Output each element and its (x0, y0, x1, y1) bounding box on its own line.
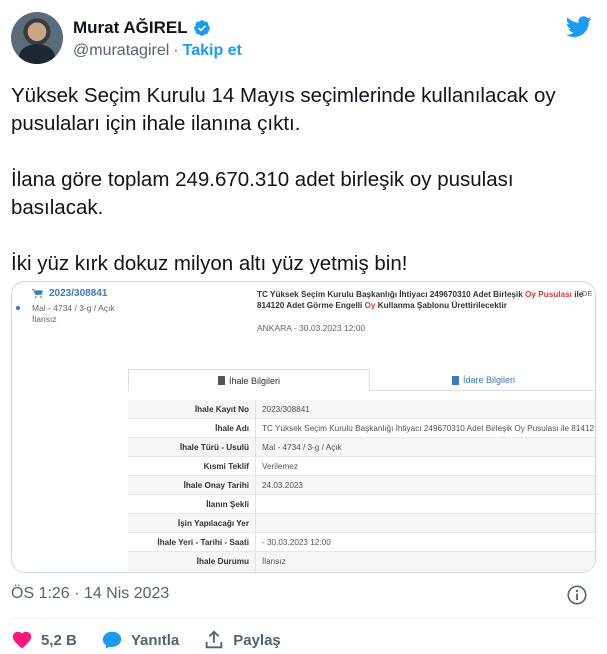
table-row: İlanın Şekli (128, 495, 595, 514)
table-row: İhale Onay Tarihi 24.03.2023 (128, 476, 595, 495)
verified-badge-icon (193, 20, 210, 36)
tender-title: TC Yüksek Seçim Kurulu Başkanlığı İhtiya… (257, 290, 584, 310)
info-icon[interactable] (566, 584, 588, 606)
tender-registration: 2023/308841 (32, 288, 158, 299)
follow-button[interactable]: Takip et (183, 42, 242, 60)
document-icon (217, 376, 225, 385)
author-name[interactable]: Murat AĞIREL (73, 18, 188, 38)
corner-text: DE (582, 289, 593, 298)
tab-ihale-bilgileri[interactable]: İhale Bilgileri (128, 369, 370, 391)
reply-label: Yanıtla (130, 631, 180, 649)
building-icon (451, 375, 459, 385)
tweet-header: Murat AĞIREL @muratagirel · Takip et (11, 12, 596, 68)
author-name-row: Murat AĞIREL (73, 18, 211, 38)
tender-location-date: ANKARA - 30.03.2023 12:00 (257, 323, 366, 333)
tender-details-table: İhale Kayıt No 2023/308841 İhale Adı TC Yü… (128, 400, 595, 571)
tender-status-line: İlansız (32, 314, 57, 324)
reply-button[interactable]: Yanıtla (101, 629, 179, 651)
tweet-media-image[interactable]: 2023/308841 Mal - 4734 / 3-g / Açık İlan… (11, 281, 596, 573)
like-count: 5,2 B (41, 631, 77, 649)
tweet-paragraph-1: Yüksek Seçim Kurulu 14 Mayıs seçimlerind… (11, 84, 556, 135)
tweet-timestamp[interactable]: ÖS 1:26 · 14 Nis 2023 (11, 585, 169, 603)
tender-tabs: İhale Bilgileri İdare Bilgileri (128, 369, 595, 391)
share-label: Paylaş (233, 631, 281, 649)
table-row: İhale Türü - Usulü Mal - 4734 / 3-g / Açı… (128, 438, 595, 457)
cart-icon (32, 289, 43, 298)
table-row: İhale Adı TC Yüksek Seçim Kurulu Başkanlı… (128, 419, 595, 438)
separator-dot: · (173, 42, 179, 59)
tweet-paragraph-2: İlana göre toplam 249.670.310 adet birle… (11, 168, 514, 219)
avatar[interactable] (11, 12, 63, 64)
divider (11, 618, 596, 619)
table-row: İhale Durumu İlansız (128, 552, 595, 571)
tweet-text: Yüksek Seçim Kurulu 14 Mayıs seçimlerind… (11, 82, 596, 278)
tweet-actions: 5,2 B Yanıtla Paylaş (11, 628, 305, 652)
table-row: Kısmi Teklif Verilemez (128, 457, 595, 476)
share-button[interactable]: Paylaş (203, 629, 281, 651)
table-row: İhale Yeri - Tarihi - Saati - 30.03.2023 … (128, 533, 595, 552)
share-icon (205, 630, 223, 649)
handle-row: @muratagirel · Takip et (73, 42, 242, 60)
tender-type-line: Mal - 4734 / 3-g / Açık (32, 303, 115, 313)
table-row: İhale Kayıt No 2023/308841 (128, 400, 595, 419)
tender-summary: 2023/308841 Mal - 4734 / 3-g / Açık İlan… (16, 288, 158, 325)
author-handle[interactable]: @muratagirel (73, 42, 169, 60)
tweet-paragraph-3: İki yüz kırk dokuz milyon altı yüz yetmi… (11, 252, 408, 275)
like-button[interactable]: 5,2 B (11, 629, 77, 651)
reply-icon (102, 631, 122, 649)
twitter-bird-icon[interactable] (566, 16, 592, 38)
heart-icon (12, 631, 32, 649)
tab-idare-bilgileri[interactable]: İdare Bilgileri (370, 369, 595, 391)
table-row: İşin Yapılacağı Yer (128, 514, 595, 533)
